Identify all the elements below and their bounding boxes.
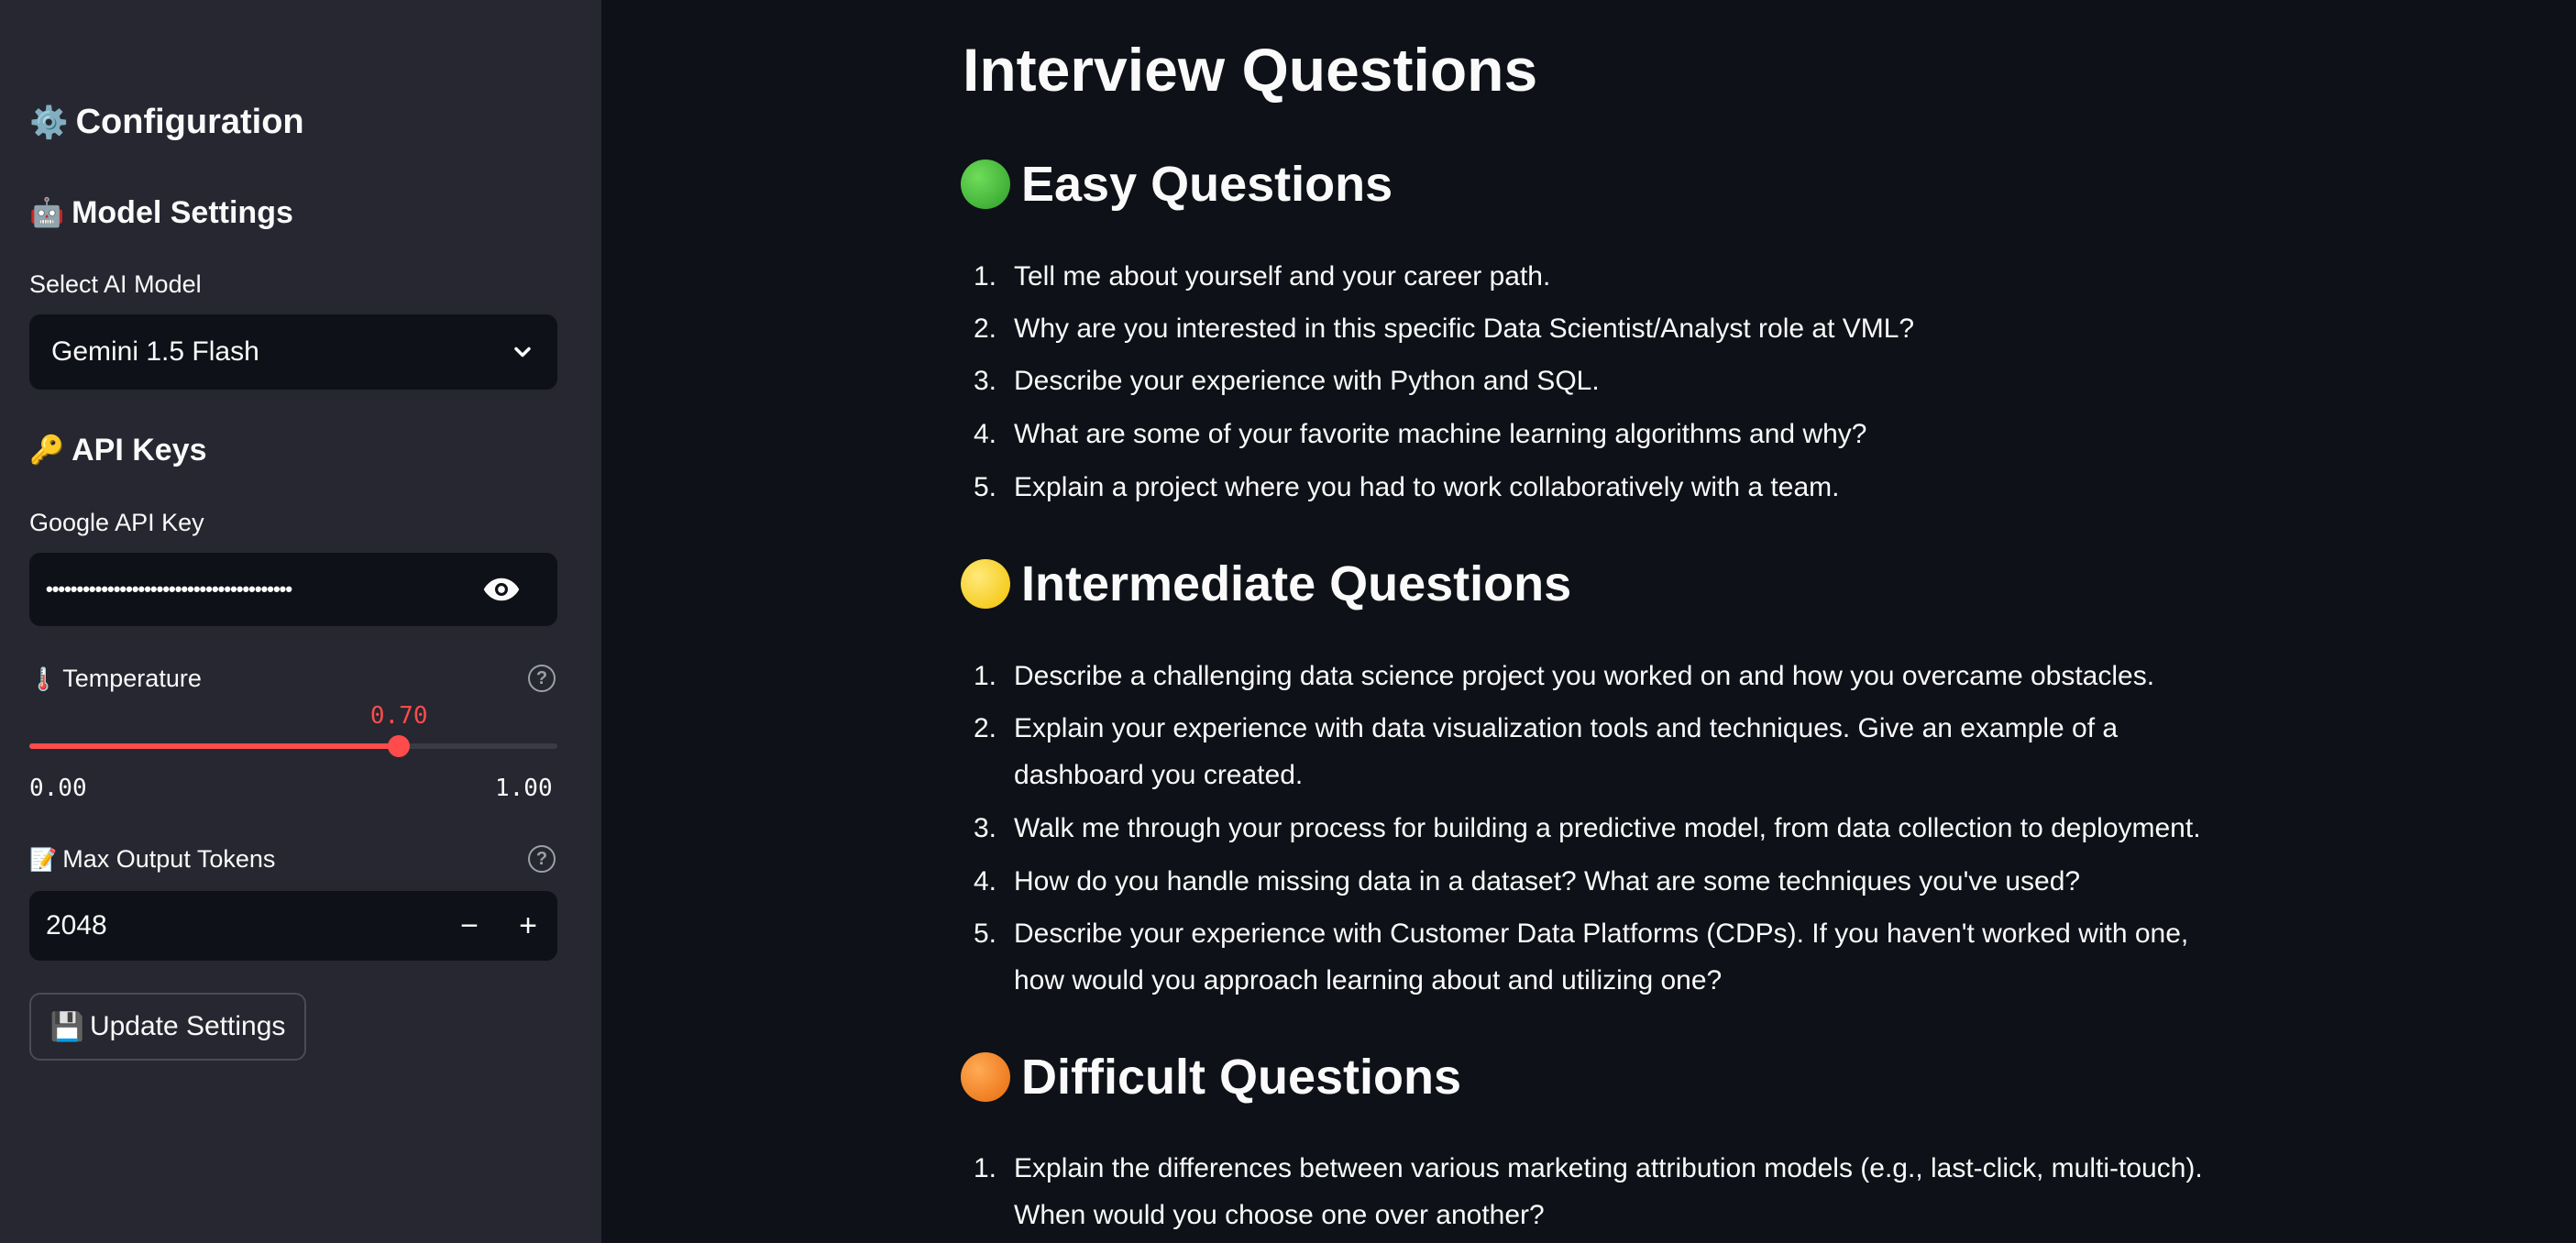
difficult-section-heading: Difficult Questions — [961, 1049, 1461, 1106]
increment-button[interactable]: + — [499, 891, 557, 961]
model-settings-title: Model Settings — [72, 195, 293, 230]
easy-heading-text: Easy Questions — [1021, 157, 1393, 212]
max-tokens-value: 2048 — [46, 910, 107, 940]
question-text: Tell me about yourself and your career p… — [1014, 261, 1551, 292]
thermometer-icon: 🌡️ — [29, 666, 58, 692]
question-text: Walk me through your process for buildin… — [1014, 813, 2201, 843]
difficult-heading-text: Difficult Questions — [1021, 1050, 1462, 1105]
decrement-button[interactable]: − — [440, 891, 499, 961]
list-item: 1. Describe a challenging data science pr… — [963, 653, 2246, 699]
temperature-value: 0.70 — [369, 702, 428, 730]
list-item: 1. Explain the differences between variou… — [963, 1145, 2246, 1238]
temperature-label-text: Temperature — [62, 665, 202, 692]
question-text: Why are you interested in this specific … — [1014, 314, 1915, 344]
google-api-key-input[interactable]: •••••••••••••••••••••••••••••••••••••••• — [29, 553, 557, 626]
update-settings-button[interactable]: 💾 Update Settings — [29, 993, 306, 1061]
question-text: Describe your experience with Python and… — [1014, 366, 1600, 396]
temperature-help-icon[interactable]: ? — [528, 665, 556, 692]
update-settings-label: Update Settings — [89, 1011, 286, 1041]
question-text: What are some of your favorite machine l… — [1014, 419, 1867, 449]
list-item: 3. Describe your experience with Python a… — [963, 358, 2246, 404]
question-text: Explain the differences between various … — [1014, 1153, 2203, 1230]
key-icon: 🔑 — [29, 434, 65, 466]
eye-icon[interactable] — [482, 577, 521, 602]
yellow-circle-icon — [961, 559, 1010, 609]
temperature-slider-fill — [29, 743, 400, 749]
green-circle-icon — [961, 160, 1010, 209]
intermediate-heading-text: Intermediate Questions — [1021, 556, 1572, 611]
temperature-slider-thumb[interactable] — [388, 735, 411, 757]
max-tokens-label: 📝 Max Output Tokens — [29, 845, 275, 874]
max-tokens-help-icon[interactable]: ? — [528, 845, 556, 873]
chevron-down-icon — [514, 346, 531, 358]
temperature-max: 1.00 — [495, 775, 553, 802]
config-title: Configuration — [75, 103, 304, 141]
list-item: 5. Explain a project where you had to wor… — [963, 464, 2246, 511]
google-key-label: Google API Key — [29, 509, 204, 536]
temperature-min: 0.00 — [29, 775, 87, 802]
list-item: 2. Why are you interested in this specifi… — [963, 305, 2246, 352]
config-heading: ⚙️ Configuration — [29, 103, 304, 142]
max-tokens-label-text: Max Output Tokens — [62, 845, 276, 873]
api-keys-heading: 🔑 API Keys — [29, 433, 207, 468]
easy-section-heading: Easy Questions — [961, 156, 1393, 213]
gear-icon: ⚙️ — [29, 104, 69, 140]
list-item: 1. Tell me about yourself and your career… — [963, 253, 2246, 300]
temperature-slider[interactable] — [29, 735, 557, 757]
api-keys-title: API Keys — [72, 433, 207, 468]
question-text: Describe a challenging data science proj… — [1014, 661, 2155, 691]
question-text: Describe your experience with Customer D… — [1014, 918, 2189, 996]
memo-icon: 📝 — [29, 847, 58, 873]
list-item: 5. Describe your experience with Customer… — [963, 910, 2246, 1004]
model-select[interactable]: Gemini 1.5 Flash — [29, 314, 557, 390]
list-item: 4. How do you handle missing data in a da… — [963, 858, 2246, 905]
orange-circle-icon — [961, 1052, 1010, 1102]
api-key-value: •••••••••••••••••••••••••••••••••••••••• — [46, 578, 292, 600]
question-text: Explain a project where you had to work … — [1014, 472, 1840, 502]
intermediate-section-heading: Intermediate Questions — [961, 556, 1571, 612]
page-title: Interview Questions — [963, 36, 1538, 104]
sidebar: ⚙️ Configuration 🤖 Model Settings Select… — [0, 0, 601, 1243]
robot-icon: 🤖 — [29, 197, 65, 228]
floppy-disk-icon: 💾 — [50, 1011, 84, 1042]
question-text: Explain your experience with data visual… — [1014, 713, 2119, 790]
list-item: 2. Explain your experience with data visu… — [963, 705, 2246, 798]
model-settings-heading: 🤖 Model Settings — [29, 195, 293, 231]
model-select-value: Gemini 1.5 Flash — [51, 336, 259, 367]
question-text: How do you handle missing data in a data… — [1014, 866, 2081, 896]
main-content: Interview Questions Easy Questions 1. Tel… — [601, 0, 2576, 1243]
temperature-label: 🌡️ Temperature — [29, 665, 202, 693]
list-item: 3. Walk me through your process for build… — [963, 805, 2246, 852]
select-model-label: Select AI Model — [29, 270, 202, 298]
max-tokens-input[interactable]: 2048 − + — [29, 891, 557, 961]
list-item: 4. What are some of your favorite machine… — [963, 411, 2246, 457]
